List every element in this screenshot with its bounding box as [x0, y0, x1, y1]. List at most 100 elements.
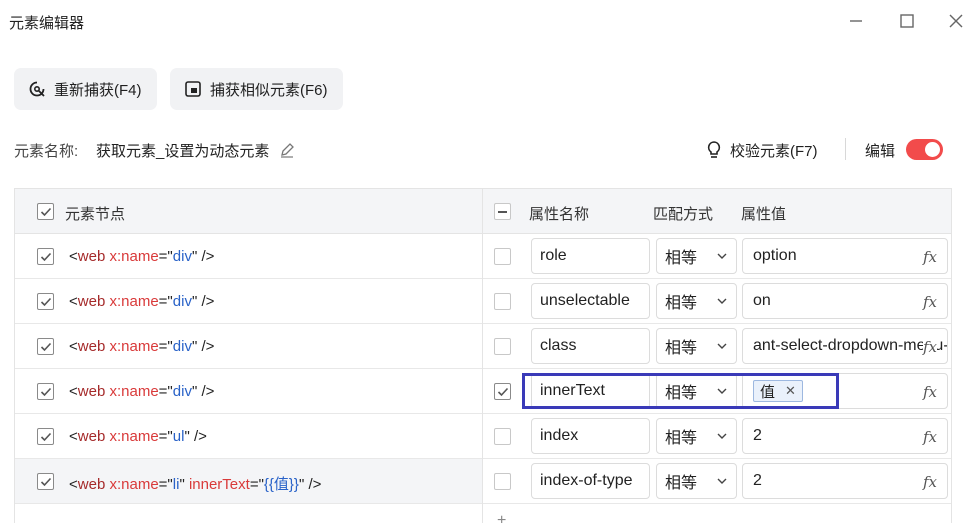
attr-value-text: option	[753, 247, 797, 264]
attr-name-text: class	[540, 337, 577, 354]
element-name-row: 元素名称: 获取元素_设置为动态元素	[14, 136, 295, 164]
recapture-button[interactable]: 重新捕获(F4)	[14, 68, 157, 110]
recapture-icon	[29, 81, 45, 97]
chevron-down-icon	[717, 433, 727, 439]
match-mode-select[interactable]: 相等	[656, 328, 737, 364]
attr-name-field[interactable]: unselectable	[531, 283, 650, 319]
node-checkbox[interactable]	[37, 338, 54, 355]
attr-checkbox[interactable]	[494, 338, 511, 355]
node-attr: x:name	[109, 428, 159, 445]
attr-name-field[interactable]: innerText	[531, 373, 650, 409]
node-attr: x:name	[109, 338, 159, 355]
attr-value-field[interactable]: 2	[742, 463, 948, 499]
attr-checkbox[interactable]	[494, 428, 511, 445]
attr-name-field[interactable]: index-of-type	[531, 463, 650, 499]
fx-icon[interactable]: fx	[923, 293, 938, 311]
node-attr: x:name	[109, 383, 159, 400]
divider	[845, 138, 846, 160]
fx-icon[interactable]: fx	[923, 383, 938, 401]
attribute-table: 元素节点 属性名称 匹配方式 属性值 <web x:name="div" /> r…	[14, 188, 952, 523]
attr-name-field[interactable]: role	[531, 238, 650, 274]
check-icon	[40, 387, 51, 396]
attr-name-field[interactable]: class	[531, 328, 650, 364]
attr-checkbox[interactable]	[494, 248, 511, 265]
pencil-icon[interactable]	[279, 142, 295, 158]
attr-value-field[interactable]: option	[742, 238, 948, 274]
match-mode-text: 相等	[665, 295, 698, 312]
node-val: div	[172, 293, 192, 310]
column-divider	[482, 189, 483, 523]
table-row: <web x:name="div" /> unselectable 相等 on fx	[15, 279, 951, 324]
node-cell: <web x:name="div" />	[15, 324, 482, 368]
node-expression: <web x:name="div" />	[69, 293, 215, 310]
title-bar: 元素编辑器	[0, 0, 972, 42]
match-mode-select[interactable]: 相等	[656, 373, 737, 409]
match-mode-select[interactable]: 相等	[656, 238, 737, 274]
edit-mode-label: 编辑	[865, 143, 896, 160]
remove-tag-icon[interactable]: ✕	[785, 383, 796, 399]
chevron-down-icon	[717, 343, 727, 349]
node-val: ul	[172, 428, 185, 445]
node-val: div	[172, 338, 192, 355]
attr-value-field[interactable]: ant-select-dropdown-menu-item	[742, 328, 948, 364]
attr-value-field[interactable]: on	[742, 283, 948, 319]
node-tag: web	[77, 428, 106, 445]
node-checkbox[interactable]	[37, 383, 54, 400]
header-attr-name: 属性名称	[529, 206, 590, 223]
check-icon	[40, 207, 51, 216]
minimize-icon[interactable]	[843, 8, 869, 34]
node-checkbox[interactable]	[37, 293, 54, 310]
node-checkbox[interactable]	[37, 473, 54, 490]
maximize-icon[interactable]	[894, 8, 920, 34]
node-tag: web	[77, 383, 106, 400]
check-icon	[40, 432, 51, 441]
chevron-down-icon	[717, 298, 727, 304]
table-row: <web x:name="div" /> innerText 相等 值 ✕ fx	[15, 369, 951, 414]
capture-similar-button[interactable]: 捕获相似元素(F6)	[170, 68, 343, 110]
capture-similar-label: 捕获相似元素(F6)	[210, 81, 328, 99]
fx-icon[interactable]: fx	[923, 248, 938, 266]
node-tag: web	[77, 476, 106, 493]
node-checkbox[interactable]	[37, 248, 54, 265]
node-attr: x:name	[109, 293, 159, 310]
select-all-attrs-checkbox[interactable]	[494, 203, 511, 220]
value-tag-chip: 值 ✕	[753, 380, 803, 402]
recapture-label: 重新捕获(F4)	[54, 81, 142, 99]
attr-value-text: 2	[753, 472, 762, 489]
match-mode-select[interactable]: 相等	[656, 463, 737, 499]
node-checkbox[interactable]	[37, 428, 54, 445]
node-extra-attr: innerText	[188, 476, 250, 493]
add-row-icon[interactable]: +	[497, 512, 506, 523]
verify-element-button[interactable]: 校验元素(F7)	[706, 136, 818, 164]
node-cell: <web x:name="div" />	[15, 234, 482, 278]
match-mode-select[interactable]: 相等	[656, 418, 737, 454]
element-name-value: 获取元素_设置为动态元素	[96, 142, 270, 160]
header-node: 元素节点	[65, 206, 126, 223]
attr-checkbox[interactable]	[494, 473, 511, 490]
node-val: div	[172, 383, 192, 400]
attr-value-field[interactable]: 2	[742, 418, 948, 454]
match-mode-text: 相等	[665, 340, 698, 357]
match-mode-select[interactable]: 相等	[656, 283, 737, 319]
select-all-nodes-checkbox[interactable]	[37, 203, 54, 220]
node-expression: <web x:name="div" />	[69, 383, 215, 400]
attr-name-field[interactable]: index	[531, 418, 650, 454]
close-icon[interactable]	[943, 8, 969, 34]
node-val: div	[172, 248, 192, 265]
edit-mode-toggle[interactable]	[906, 139, 943, 160]
attr-checkbox[interactable]	[494, 383, 511, 400]
header-attr-value: 属性值	[741, 206, 787, 223]
fx-icon[interactable]: fx	[923, 473, 938, 491]
attr-name-text: unselectable	[540, 292, 630, 309]
attr-checkbox[interactable]	[494, 293, 511, 310]
attr-value-text: 2	[753, 427, 762, 444]
node-cell: <web x:name="div" />	[15, 369, 482, 413]
verify-element-label: 校验元素(F7)	[730, 142, 818, 160]
match-mode-text: 相等	[665, 385, 698, 402]
attr-value-field[interactable]: 值 ✕	[742, 373, 948, 409]
attr-name-text: index	[540, 427, 579, 444]
header-match: 匹配方式	[653, 206, 714, 223]
fx-icon[interactable]: fx	[923, 338, 938, 356]
fx-icon[interactable]: fx	[923, 428, 938, 446]
node-expression: <web x:name="div" />	[69, 248, 215, 265]
